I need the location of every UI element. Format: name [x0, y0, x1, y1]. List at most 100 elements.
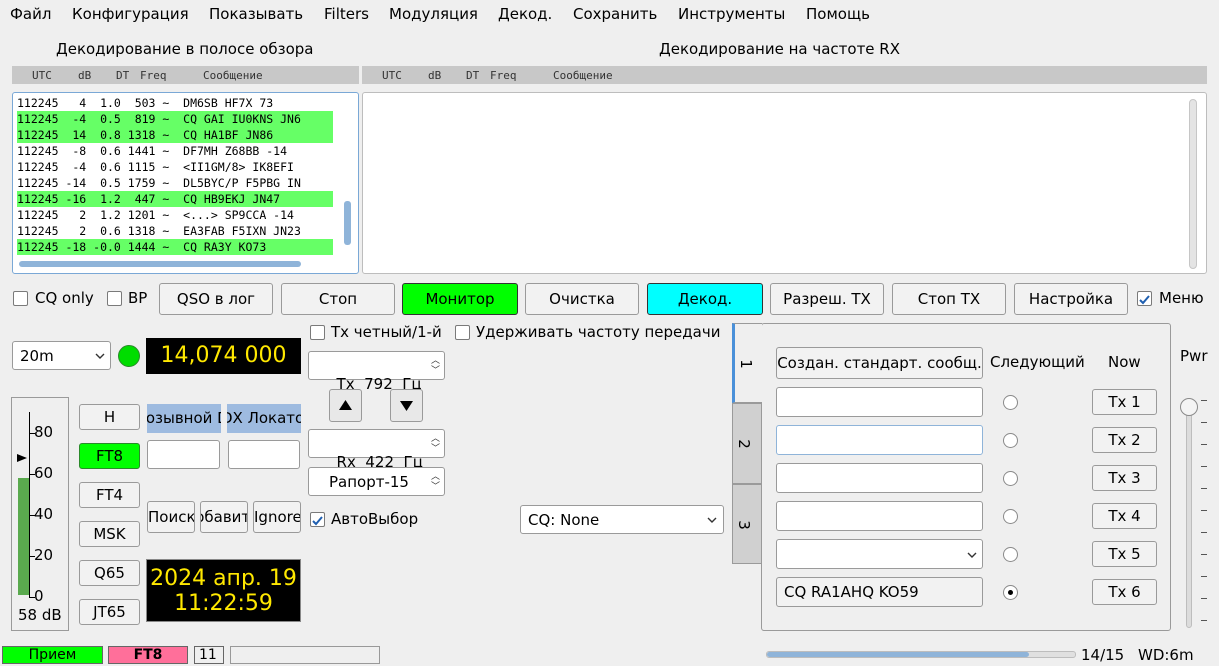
tx-even-label: Tx четный/1-й	[331, 323, 442, 341]
spin-up-icon[interactable]: ︿	[431, 357, 440, 366]
next-tx6-radio[interactable]	[1003, 585, 1018, 600]
checkmark-icon	[312, 516, 323, 526]
tx6-now-button[interactable]: Tx 6	[1092, 579, 1157, 605]
dx-call-label: Позывной DX	[147, 404, 221, 433]
rx-frequency-list[interactable]	[362, 92, 1207, 274]
log-qso-button[interactable]: QSO в лог	[159, 283, 273, 315]
tx5-now-button[interactable]: Tx 5	[1092, 541, 1157, 567]
tx4-message-input[interactable]	[776, 501, 983, 531]
spin-down-icon[interactable]: ﹀	[431, 483, 440, 492]
tx3-message-input[interactable]	[776, 463, 983, 493]
vertical-scrollbar-thumb[interactable]	[344, 201, 351, 245]
menu-save[interactable]: Сохранить	[573, 5, 657, 23]
decode-row[interactable]: 112245 -16 1.2 447 ~ CQ HB9EKJ JN47	[17, 191, 333, 207]
col-freq: Freq	[490, 69, 517, 82]
next-tx4-radio[interactable]	[1003, 509, 1018, 524]
decode-row[interactable]: 112245 14 0.8 1318 ~ CQ HA1BF JN86	[17, 127, 333, 143]
menu-view[interactable]: Показывать	[209, 5, 303, 23]
report-spinbox[interactable]: Рапорт-15 ︿ ﹀	[308, 467, 445, 496]
mode-h-button[interactable]: H	[79, 404, 140, 430]
mode-q65-button[interactable]: Q65	[79, 560, 140, 586]
arrow-down-icon	[400, 401, 413, 411]
generate-std-messages-button[interactable]: Создан. стандарт. сообщ.	[776, 347, 983, 379]
stop-button[interactable]: Стоп	[281, 283, 395, 315]
hold-tx-freq-checkbox[interactable]	[455, 325, 470, 340]
next-tx3-radio[interactable]	[1003, 471, 1018, 486]
lookup-button[interactable]: Поиск	[147, 501, 195, 533]
vertical-scrollbar[interactable]	[1189, 99, 1197, 269]
tx-frequency-spinbox[interactable]: Tx 792 Гц ︿ ﹀	[308, 351, 445, 393]
monitor-button[interactable]: Монитор	[402, 283, 518, 315]
enable-tx-button[interactable]: Разреш. TX	[770, 283, 884, 315]
decode-row[interactable]: 112245 -8 0.6 1441 ~ DF7MH Z68BB -14	[17, 143, 333, 159]
menu-decode[interactable]: Декод.	[498, 5, 552, 23]
status-count: 11	[194, 646, 224, 664]
cq-only-checkbox[interactable]	[13, 291, 28, 306]
settings-button[interactable]: Настройка	[1014, 283, 1128, 315]
spin-down-icon[interactable]: ﹀	[431, 367, 440, 376]
tx3-now-button[interactable]: Tx 3	[1092, 465, 1157, 491]
decode-row[interactable]: 112245 2 1.2 1201 ~ <...> SP9CCA -14	[17, 207, 333, 223]
tab-1[interactable]: 1	[732, 323, 762, 403]
rx-frequency-spinbox[interactable]: Rx 422 Гц ︿ ﹀	[308, 429, 445, 471]
spin-up-icon[interactable]: ︿	[431, 473, 440, 482]
pwr-slider-handle[interactable]	[1180, 398, 1198, 416]
tx2-now-button[interactable]: Tx 2	[1092, 427, 1157, 453]
stop-tx-button[interactable]: Стоп TX	[892, 283, 1006, 315]
add-button[interactable]: Добавить	[200, 501, 248, 533]
pwr-slider-track[interactable]	[1186, 400, 1192, 628]
spin-down-icon[interactable]: ﹀	[431, 445, 440, 454]
next-tx2-radio[interactable]	[1003, 433, 1018, 448]
menu-filters[interactable]: Filters	[324, 5, 369, 23]
bp-checkbox[interactable]	[107, 291, 122, 306]
next-tx1-radio[interactable]	[1003, 395, 1018, 410]
tx-up-button[interactable]	[329, 389, 362, 422]
cq-select[interactable]: CQ: None	[520, 505, 724, 534]
clear-button[interactable]: Очистка	[525, 283, 639, 315]
mode-ft4-button[interactable]: FT4	[79, 482, 140, 508]
tx1-message-input[interactable]	[776, 387, 983, 417]
tab-3[interactable]: 3	[732, 484, 762, 564]
menu-mode[interactable]: Модуляция	[389, 5, 478, 23]
menu-config[interactable]: Конфигурация	[72, 5, 189, 23]
tx-down-button[interactable]	[390, 389, 423, 422]
tab-2[interactable]: 2	[732, 403, 762, 484]
decode-row[interactable]: 112245 -4 0.6 1115 ~ <II1GM/8> IK8EFI	[17, 159, 333, 175]
decode-row[interactable]: 112245 2 0.6 1318 ~ EA3FAB F5IXN JN23	[17, 223, 333, 239]
status-led-icon	[118, 345, 140, 367]
spin-up-icon[interactable]: ︿	[431, 435, 440, 444]
horizontal-scrollbar-thumb[interactable]	[19, 261, 301, 267]
tx-even-checkbox[interactable]	[310, 325, 325, 340]
auto-seq-checkbox[interactable]	[310, 512, 325, 527]
band-select[interactable]: 20m	[12, 341, 111, 370]
watchdog-label: WD:6m	[1138, 646, 1194, 664]
tx1-now-button[interactable]: Tx 1	[1092, 389, 1157, 415]
menu-checkbox[interactable]	[1137, 291, 1152, 306]
decode-row[interactable]: 112245 4 1.0 503 ~ DM6SB HF7X 73	[17, 95, 333, 111]
dx-call-input[interactable]	[147, 440, 220, 469]
mode-msk-button[interactable]: MSK	[79, 521, 140, 547]
tx5-message-select[interactable]	[776, 539, 983, 569]
dx-grid-input[interactable]	[228, 440, 300, 469]
tx4-now-button[interactable]: Tx 4	[1092, 503, 1157, 529]
menu-help[interactable]: Помощь	[806, 5, 870, 23]
mode-ft8-button[interactable]: FT8	[79, 443, 140, 469]
period-progress-bar	[766, 651, 1076, 658]
decode-row[interactable]: 112245 -18 -0.0 1444 ~ CQ RA3Y KO73	[17, 239, 333, 255]
decode-row[interactable]: 112245 -14 0.5 1759 ~ DL5BYC/P F5PBG IN	[17, 175, 333, 191]
menu-tools[interactable]: Инструменты	[678, 5, 785, 23]
ignore-button[interactable]: Ignore	[253, 501, 301, 533]
tx2-message-input[interactable]	[776, 425, 983, 455]
decode-row[interactable]: 112245 -4 0.5 819 ~ CQ GAI IU0KNS JN6	[17, 111, 333, 127]
now-column-label: Now	[1108, 353, 1141, 371]
decode-button[interactable]: Декод.	[647, 283, 763, 315]
tx6-message[interactable]: CQ RA1AHQ KO59	[776, 577, 983, 607]
mode-jt65-button[interactable]: JT65	[79, 599, 140, 625]
next-tx5-radio[interactable]	[1003, 547, 1018, 562]
menu-file[interactable]: Файл	[10, 5, 51, 23]
status-mode: FT8	[108, 646, 188, 664]
chevron-down-icon	[95, 353, 105, 359]
band-activity-list[interactable]: 112245 4 1.0 503 ~ DM6SB HF7X 73 112245 -…	[12, 92, 359, 274]
meter-db-readout: 58 dB	[18, 606, 62, 624]
next-column-label: Следующий	[990, 353, 1085, 371]
